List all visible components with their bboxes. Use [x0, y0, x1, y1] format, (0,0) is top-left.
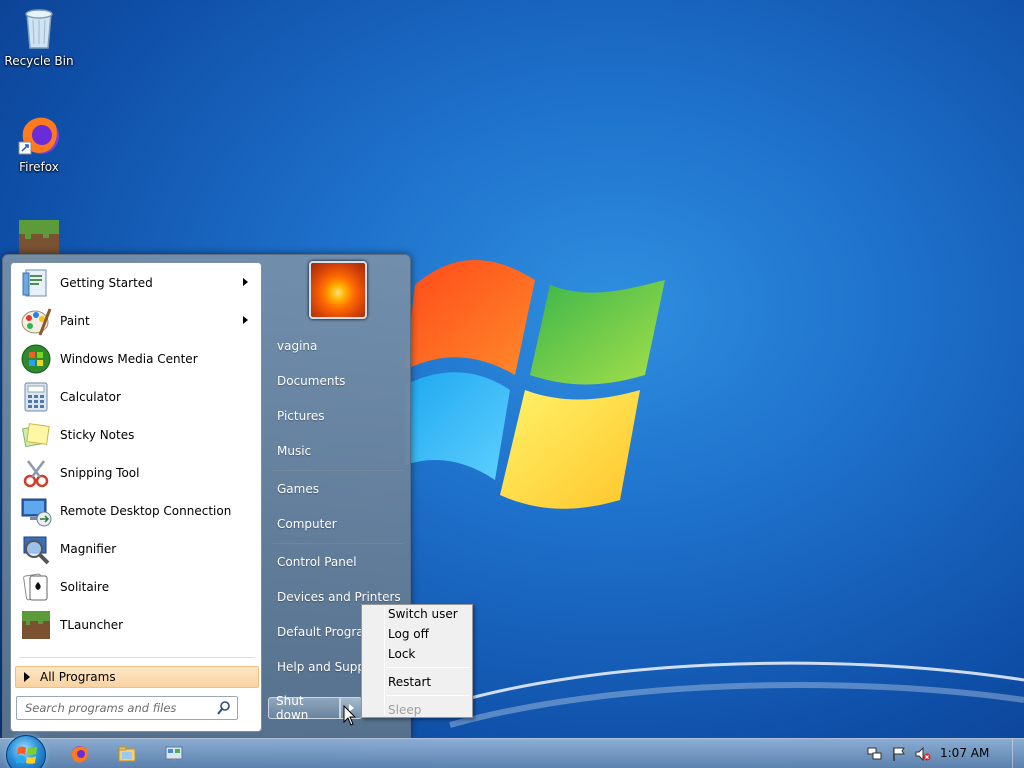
taskbar: 1:07 AM [0, 735, 1024, 768]
taskbar-clock[interactable]: 1:07 AM [940, 746, 989, 760]
right-item-label: Games [277, 482, 319, 496]
program-snipping-tool[interactable]: Snipping Tool [14, 455, 258, 491]
windows-logo-icon [16, 746, 37, 764]
sticky-notes-icon [22, 423, 50, 448]
right-item-control-panel[interactable]: Control Panel [269, 547, 405, 577]
magnifier-icon [23, 536, 50, 565]
submenu-arrow-icon[interactable] [243, 278, 248, 286]
submenu-arrow-icon[interactable] [243, 316, 248, 324]
search-input[interactable]: Search programs and files [16, 696, 238, 720]
solitaire-icon [23, 573, 48, 601]
program-label: Sticky Notes [60, 428, 135, 442]
divider [273, 470, 403, 471]
menu-item-sleep: Sleep [388, 703, 422, 717]
right-item-pictures[interactable]: Pictures [269, 401, 405, 431]
desktop-icon-label: Firefox [19, 160, 59, 174]
wallpaper-swoosh [430, 661, 1024, 728]
firefox-icon [17, 112, 61, 156]
search-icon[interactable] [216, 700, 232, 716]
right-item-label: Music [277, 444, 312, 458]
network-icon[interactable] [867, 747, 883, 761]
user-account-picture[interactable] [309, 261, 367, 319]
program-tlauncher[interactable]: TLauncher [14, 607, 258, 643]
start-menu-programs-pane: Getting Started Paint Windows Media Cent… [10, 262, 262, 732]
shutdown-button[interactable]: Shut down [268, 694, 340, 722]
explorer-icon[interactable] [117, 744, 137, 764]
program-paint[interactable]: Paint [14, 303, 258, 339]
start-button[interactable] [6, 735, 46, 768]
program-getting-started[interactable]: Getting Started [14, 265, 258, 301]
program-calculator[interactable]: Calculator [14, 379, 258, 415]
right-item-label: vagina [277, 339, 318, 353]
program-windows-media-center[interactable]: Windows Media Center [14, 341, 258, 377]
program-label: Remote Desktop Connection [60, 504, 232, 518]
all-programs-label: All Programs [40, 670, 116, 684]
menu-item-lock[interactable]: Lock [388, 647, 415, 661]
program-label: Solitaire [60, 580, 110, 594]
right-item-music[interactable]: Music [269, 436, 405, 466]
program-magnifier[interactable]: Magnifier [14, 531, 258, 567]
program-sticky-notes[interactable]: Sticky Notes [14, 417, 258, 453]
getting-started-icon [22, 269, 47, 297]
calculator-icon [24, 382, 48, 412]
divider [19, 657, 255, 658]
menu-item-switch-user[interactable]: Switch user [388, 607, 458, 621]
expand-arrow-icon [24, 672, 30, 682]
program-label: Calculator [60, 390, 121, 404]
program-solitaire[interactable]: Solitaire [14, 569, 258, 605]
control-panel-icon[interactable] [164, 744, 184, 764]
desktop-icon-firefox[interactable]: Firefox [1, 112, 77, 174]
mouse-pointer-icon [343, 705, 357, 726]
right-item-computer[interactable]: Computer [269, 509, 405, 539]
right-item-user-folder[interactable]: vagina [269, 331, 405, 361]
right-item-label: Documents [277, 374, 346, 388]
divider [273, 543, 403, 544]
right-item-games[interactable]: Games [269, 474, 405, 504]
volume-muted-icon[interactable] [915, 747, 931, 761]
power-options-menu: Switch user Log off Lock Restart Sleep [361, 604, 473, 718]
right-item-label: Devices and Printers [277, 590, 401, 604]
show-desktop-button[interactable] [1012, 739, 1024, 768]
menu-item-restart[interactable]: Restart [388, 675, 431, 689]
desktop-icon-label: Recycle Bin [4, 54, 74, 68]
program-label: Magnifier [60, 542, 117, 556]
program-label: TLauncher [60, 618, 124, 632]
program-remote-desktop-connection[interactable]: Remote Desktop Connection [14, 493, 258, 529]
program-label: Getting Started [60, 276, 153, 290]
snipping-tool-icon [23, 460, 49, 488]
all-programs-button[interactable]: All Programs [15, 666, 259, 688]
recycle-bin-icon [17, 6, 61, 50]
remote-desktop-icon [21, 498, 52, 527]
menu-gutter [384, 607, 385, 715]
shutdown-label: Shut down [276, 694, 309, 722]
firefox-icon[interactable] [70, 744, 90, 764]
search-placeholder: Search programs and files [25, 701, 177, 715]
right-item-label: Control Panel [277, 555, 357, 569]
program-label: Windows Media Center [60, 352, 198, 366]
right-item-label: Computer [277, 517, 337, 531]
program-label: Paint [60, 314, 90, 328]
action-center-flag-icon[interactable] [891, 747, 907, 761]
menu-item-log-off[interactable]: Log off [388, 627, 429, 641]
right-item-label: Pictures [277, 409, 325, 423]
right-item-documents[interactable]: Documents [269, 366, 405, 396]
menu-divider [386, 695, 470, 696]
menu-divider [386, 667, 470, 668]
program-label: Snipping Tool [60, 466, 140, 480]
windows-logo-wallpaper [405, 260, 665, 509]
desktop-icon-recycle-bin[interactable]: Recycle Bin [1, 6, 77, 68]
media-center-icon [21, 344, 51, 374]
paint-icon [21, 308, 52, 336]
start-menu: Getting Started Paint Windows Media Cent… [2, 254, 411, 738]
tlauncher-icon [22, 611, 50, 639]
